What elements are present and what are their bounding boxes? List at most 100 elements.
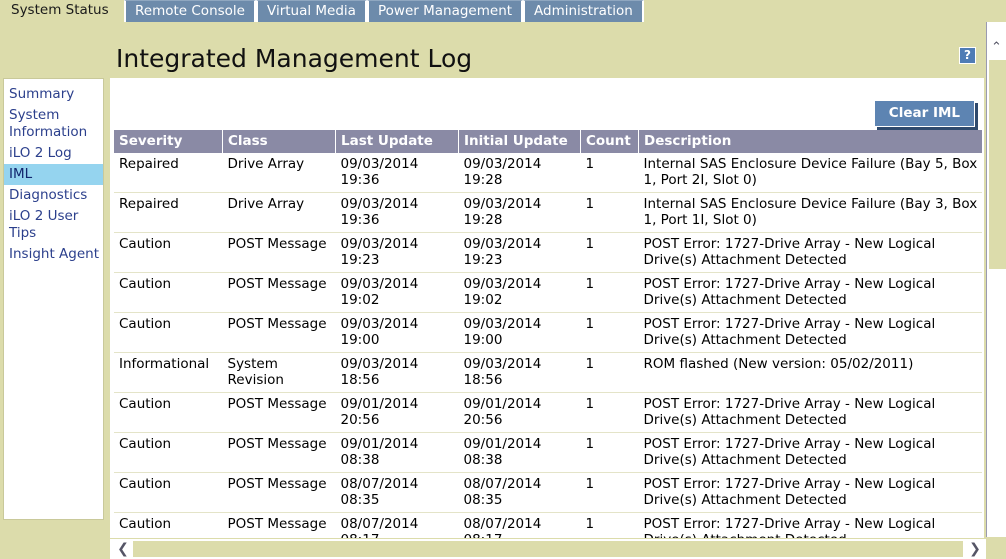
table-row[interactable]: Caution POST Message 09/03/2014 19:02 09/03…	[114, 272, 982, 313]
column-header-description[interactable]: Description	[638, 130, 982, 153]
iml-log-table: Severity Class Last Update Initial Updat…	[114, 130, 982, 538]
tab-system-status[interactable]: System Status	[2, 0, 118, 22]
column-header-class[interactable]: Class	[222, 130, 336, 153]
tab-administration[interactable]: Administration	[523, 0, 644, 22]
table-row[interactable]: Caution POST Message 09/03/2014 19:23 09/03…	[114, 232, 982, 273]
cell-class: Drive Array	[227, 156, 305, 172]
cell-class: POST Message	[222, 392, 336, 433]
tab-power-management[interactable]: Power Management	[367, 0, 524, 22]
table-body: Repaired Drive Array 09/03/2014 19:36 09/03…	[114, 153, 982, 538]
cell-count: 1	[580, 192, 639, 233]
scroll-left-icon[interactable]: ❮	[116, 540, 130, 558]
cell-initial-update: 09/03/2014 19:23	[458, 232, 581, 273]
cell-class: Drive Array	[222, 192, 336, 233]
sidebar-item-label: Insight Agent	[9, 246, 99, 262]
table-row[interactable]: Caution POST Message 08/07/2014 08:35 08/07…	[114, 472, 982, 513]
vertical-scrollbar[interactable]: ⌃	[986, 22, 1006, 537]
table-row[interactable]: Repaired Drive Array 09/03/2014 19:36 09/03…	[114, 153, 982, 193]
tab-label: Power Management	[378, 3, 513, 19]
sidebar-item-insight-agent[interactable]: Insight Agent	[4, 244, 103, 265]
table-row[interactable]: Caution POST Message 09/01/2014 08:38 09/01…	[114, 432, 982, 473]
column-header-initial-update[interactable]: Initial Update	[458, 130, 581, 153]
sidebar-item-label: iLO 2 Log	[9, 145, 72, 161]
cell-description: POST Error: 1727-Drive Array - New Logic…	[638, 392, 982, 433]
table-row[interactable]: Caution POST Message 09/01/2014 20:56 09/01…	[114, 392, 982, 433]
cell-severity: Repaired	[114, 192, 223, 233]
cell-last-update: 09/03/2014 19:36	[340, 156, 419, 188]
scroll-up-icon[interactable]: ⌃	[987, 40, 1006, 56]
column-header-severity[interactable]: Severity	[114, 130, 223, 153]
main-tab-bar: System Status Remote Console Virtual Media…	[0, 0, 1006, 22]
cell-severity: Caution	[114, 512, 223, 538]
cell-count: 1	[580, 232, 639, 273]
cell-initial-update: 09/03/2014 19:02	[458, 272, 581, 313]
horizontal-scrollbar[interactable]: ❮ ❯	[110, 539, 986, 559]
cell-class: System Revision	[222, 352, 336, 393]
sidebar-item-label: IML	[9, 166, 33, 182]
cell-last-update: 09/03/2014 19:23	[335, 232, 459, 273]
sidebar-item-label: System Information	[9, 107, 88, 140]
cell-last-update: 09/03/2014 18:56	[335, 352, 459, 393]
cell-class: POST Message	[222, 512, 336, 538]
cell-last-update: 09/01/2014 08:38	[335, 432, 459, 473]
cell-last-update: 09/03/2014 19:02	[335, 272, 459, 313]
cell-initial-update: 09/03/2014 19:00	[458, 312, 581, 353]
cell-count: 1	[580, 352, 639, 393]
cell-class: POST Message	[222, 272, 336, 313]
sidebar-item-label: Diagnostics	[9, 187, 88, 203]
column-header-last-update[interactable]: Last Update	[335, 130, 459, 153]
cell-severity: Caution	[114, 392, 223, 433]
scroll-right-icon[interactable]: ❯	[968, 540, 982, 558]
cell-initial-update: 09/03/2014 18:56	[458, 352, 581, 393]
cell-severity: Repaired	[119, 156, 179, 172]
sidebar-item-diagnostics[interactable]: Diagnostics	[4, 185, 103, 206]
cell-count: 1	[580, 392, 639, 433]
table-row[interactable]: CautionPOST Message08/07/2014 08:1708/07…	[114, 512, 982, 538]
cell-class: POST Message	[222, 232, 336, 273]
table-header-row: Severity Class Last Update Initial Updat…	[114, 130, 982, 153]
cell-description: POST Error: 1727-Drive Array - New Logic…	[638, 232, 982, 273]
cell-count: 1	[580, 312, 639, 353]
sidebar-item-label: iLO 2 User Tips	[9, 208, 79, 241]
cell-initial-update: 09/01/2014 20:56	[458, 392, 581, 433]
tab-label: System Status	[11, 2, 109, 18]
sidebar-item-iml[interactable]: IML	[4, 164, 103, 185]
cell-severity: Caution	[114, 472, 223, 513]
cell-description: POST Error: 1727-Drive Array - New Logic…	[638, 472, 982, 513]
cell-count: 1	[585, 156, 595, 172]
table-row[interactable]: Informational System Revision 09/03/2014 1…	[114, 352, 982, 393]
table-row[interactable]: Repaired Drive Array 09/03/2014 19:36 09/03…	[114, 192, 982, 233]
tab-label: Virtual Media	[267, 3, 356, 19]
cell-description: Internal SAS Enclosure Device Failure (B…	[643, 156, 978, 188]
cell-class: POST Message	[222, 472, 336, 513]
sidebar-item-summary[interactable]: Summary	[4, 84, 103, 105]
cell-description: POST Error: 1727-Drive Array - New Logic…	[638, 312, 982, 353]
tab-label: Remote Console	[135, 3, 245, 19]
cell-last-update: 08/07/2014 08:35	[335, 472, 459, 513]
cell-count: 1	[580, 472, 639, 513]
table-row[interactable]: Caution POST Message 09/03/2014 19:00 09/03…	[114, 312, 982, 353]
cell-last-update: 09/03/2014 19:36	[335, 192, 459, 233]
sidebar: Summary System Information iLO 2 Log IML Dia…	[3, 78, 104, 520]
sidebar-item-ilo-2-log[interactable]: iLO 2 Log	[4, 143, 103, 164]
sidebar-item-ilo-2-user-tips[interactable]: iLO 2 User Tips	[4, 206, 103, 244]
cell-description: ROM flashed (New version: 05/02/2011)	[638, 352, 982, 393]
tab-remote-console[interactable]: Remote Console	[124, 0, 256, 22]
cell-severity: Informational	[114, 352, 223, 393]
cell-initial-update: 08/07/2014 08:35	[458, 472, 581, 513]
cell-count: 1	[580, 432, 639, 473]
horizontal-scrollbar-thumb[interactable]	[133, 541, 963, 557]
clear-iml-button[interactable]: Clear IML	[873, 100, 975, 127]
sidebar-item-system-information[interactable]: System Information	[4, 105, 103, 143]
page-title: Integrated Management Log	[116, 44, 473, 73]
cell-description: POST Error: 1727-Drive Array - New Logic…	[638, 432, 982, 473]
tab-virtual-media[interactable]: Virtual Media	[256, 0, 367, 22]
column-header-count[interactable]: Count	[580, 130, 639, 153]
vertical-scrollbar-thumb[interactable]	[989, 60, 1006, 269]
cell-last-update: 09/03/2014 19:00	[335, 312, 459, 353]
help-icon[interactable]: ?	[959, 47, 976, 64]
cell-severity: Caution	[114, 312, 223, 353]
cell-initial-update: 09/03/2014 19:28	[458, 192, 581, 233]
cell-severity: Caution	[114, 232, 223, 273]
cell-description: Internal SAS Enclosure Device Failure (B…	[638, 192, 982, 233]
